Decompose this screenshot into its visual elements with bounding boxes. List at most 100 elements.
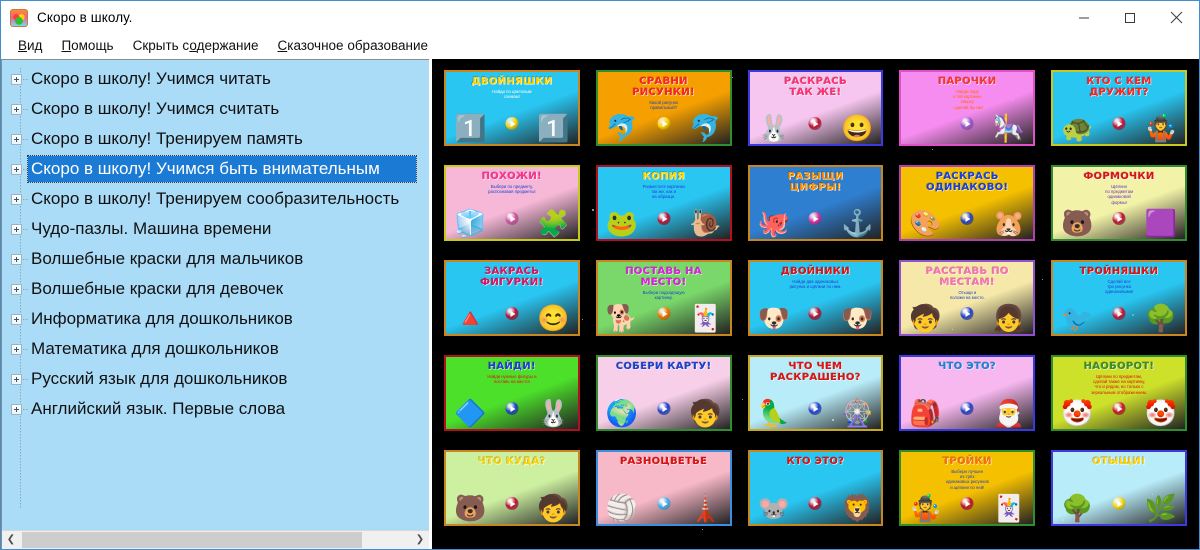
expand-plus-icon[interactable] — [11, 313, 22, 325]
tree-item-5[interactable]: Чудо-пазлы. Машина времени — [2, 214, 429, 244]
menu-help[interactable]: Помощь — [52, 36, 123, 55]
play-button-icon[interactable] — [657, 402, 671, 415]
play-button-icon[interactable] — [960, 497, 974, 510]
expand-plus-icon[interactable] — [11, 403, 22, 415]
thumbnail-art-right-icon: 🐌 — [689, 208, 722, 238]
play-button-icon[interactable] — [808, 117, 822, 130]
play-triangle-icon — [662, 500, 668, 507]
tree-item-10[interactable]: Русский язык для дошкольников — [2, 364, 429, 394]
play-button-icon[interactable] — [657, 497, 671, 510]
thumbnail-24[interactable]: 🌳 🌿 ОТЫЩИ! — [1051, 450, 1187, 526]
thumbnail-20[interactable]: 🐻 🧒 ЧТО КУДА? — [444, 450, 580, 526]
scrollbar-track[interactable] — [20, 530, 411, 549]
tree-item-9[interactable]: Математика для дошкольников — [2, 334, 429, 364]
play-button-icon[interactable] — [657, 307, 671, 320]
thumbnail-1[interactable]: 🐬 🐬 СРАВНИ РИСУНКИ! Какой рисунок правильны… — [595, 70, 732, 146]
play-button-icon[interactable] — [505, 212, 519, 225]
thumbnail-art-right-icon: 🤹 — [1144, 113, 1177, 143]
thumbnail-5[interactable]: 🧊 🧩 ПОХОЖИ! Выбери по предмету, распознавая… — [444, 165, 580, 241]
thumbnail-10[interactable]: 🔺 😊 ЗАКРАСЬ ФИГУРКИ! — [444, 260, 580, 336]
play-button-icon[interactable] — [960, 307, 974, 320]
scroll-left-icon[interactable]: ❮ — [2, 530, 20, 549]
thumbnail-11[interactable]: 🐕 🃏 ПОСТАВЬ НА МЕСТО! Выбери подходящую кар… — [595, 260, 732, 336]
thumbnail-art-left-icon: 🐬 — [605, 113, 639, 143]
scrollbar-thumb[interactable] — [22, 531, 362, 548]
thumbnail-cell: 🐙 ⚓ РАЗЫЩИ ЦИФРЫ! — [742, 165, 890, 259]
thumbnail-2[interactable]: 🐰 😀 РАСКРАСЬ ТАК ЖЕ! — [747, 70, 884, 146]
play-button-icon[interactable] — [808, 307, 822, 320]
thumbnail-0[interactable]: 1️⃣ 1️⃣ ДВОЙНЯШКИ Найди по цветовым схемам! — [444, 70, 580, 146]
tree-item-8[interactable]: Информатика для дошкольников — [2, 304, 429, 334]
menu-fairy-education[interactable]: Сказочное образование — [269, 36, 439, 55]
tree-item-7[interactable]: Волшебные краски для девочек — [2, 274, 429, 304]
thumbnail-3[interactable]: 🎠 ПАРОЧКИ Найди пару к той картинке сверху… — [899, 70, 1036, 146]
close-icon[interactable] — [1153, 1, 1199, 34]
thumbnail-art-right-icon: 👧 — [992, 303, 1026, 333]
play-button-icon[interactable] — [657, 117, 671, 130]
tree-item-4[interactable]: Скоро в школу! Тренируем сообразительнос… — [2, 184, 429, 214]
contents-tree[interactable]: Скоро в школу! Учимся читать Скоро в школ… — [2, 60, 429, 530]
expand-plus-icon[interactable] — [11, 253, 22, 265]
thumbnail-22[interactable]: 🐭 🦁 КТО ЭТО? — [747, 450, 884, 526]
play-button-icon[interactable] — [808, 497, 822, 510]
thumbnail-21[interactable]: 🏐 🗼 РАЗНОЦВЕТЬЕ — [595, 450, 732, 526]
tree-item-1[interactable]: Скоро в школу! Учимся считать — [2, 94, 429, 124]
thumbnail-title: РАСКРАСЬ ТАК ЖЕ! — [783, 76, 847, 98]
thumbnail-6[interactable]: 🐸 🐌 КОПИЯ Разместите картинки так же, как и… — [595, 165, 732, 241]
play-button-icon[interactable] — [960, 212, 974, 225]
play-triangle-icon — [965, 405, 971, 412]
play-button-icon[interactable] — [960, 402, 974, 415]
thumbnail-19[interactable]: 🤡 🤡 НАОБОРОТ! Щёлкни по предметам, сделай т… — [1051, 355, 1187, 431]
expand-plus-icon[interactable] — [11, 193, 22, 205]
expand-plus-icon[interactable] — [11, 133, 22, 145]
play-button-icon[interactable] — [808, 402, 822, 415]
play-button-icon[interactable] — [960, 117, 974, 130]
expand-plus-icon[interactable] — [11, 73, 22, 85]
thumbnail-15[interactable]: 🔷 🐰 НАЙДИ! Найди нужные фигуры и поставь на… — [444, 355, 580, 431]
scroll-right-icon[interactable]: ❯ — [411, 530, 429, 549]
menu-hide-contents[interactable]: Скрыть содержание — [124, 36, 269, 55]
play-button-icon[interactable] — [505, 402, 519, 415]
thumbnail-8[interactable]: 🎨 🐹 РАСКРАСЬ ОДИНАКОВО! — [899, 165, 1036, 241]
play-button-icon[interactable] — [1112, 117, 1126, 130]
maximize-icon[interactable] — [1107, 1, 1153, 34]
expand-plus-icon[interactable] — [11, 223, 22, 235]
thumbnail-4[interactable]: 🐢 🤹 КТО С КЕМ ДРУЖИТ? — [1051, 70, 1187, 146]
expand-plus-icon[interactable] — [11, 163, 22, 175]
thumbnail-14[interactable]: 🐦 🌳 ТРОЙНЯШКИ Сделай все три рисунка одинак… — [1051, 260, 1187, 336]
play-button-icon[interactable] — [1112, 307, 1126, 320]
thumbnail-title: КТО ЭТО? — [786, 456, 845, 467]
menu-view[interactable]: Вид — [9, 36, 52, 55]
play-button-icon[interactable] — [1112, 497, 1126, 510]
thumbnail-7[interactable]: 🐙 ⚓ РАЗЫЩИ ЦИФРЫ! — [747, 165, 884, 241]
thumbnail-12[interactable]: 🐶 🐶 ДВОЙНИКИ Найди два одинаковых рисунка и… — [747, 260, 884, 336]
tree-item-2[interactable]: Скоро в школу! Тренируем память — [2, 124, 429, 154]
thumbnail-16[interactable]: 🌍 🧒 СОБЕРИ КАРТУ! — [595, 355, 732, 431]
play-button-icon[interactable] — [505, 307, 519, 320]
play-button-icon[interactable] — [505, 117, 519, 130]
minimize-icon[interactable] — [1061, 1, 1107, 34]
menu-bar: Вид Помощь Скрыть содержание Сказочное обра… — [1, 34, 1199, 58]
tree-horizontal-scrollbar[interactable]: ❮ ❯ — [2, 530, 429, 549]
thumbnail-13[interactable]: 🧒 👧 РАССТАВЬ ПО МЕСТАМ! Отыщи и положи на м… — [899, 260, 1036, 336]
play-button-icon[interactable] — [657, 212, 671, 225]
expand-plus-icon[interactable] — [11, 343, 22, 355]
tree-item-6[interactable]: Волшебные краски для мальчиков — [2, 244, 429, 274]
tree-item-11[interactable]: Английский язык. Первые слова — [2, 394, 429, 424]
thumbnail-cell: 🐶 🐶 ДВОЙНИКИ Найди два одинаковых рисунка и… — [742, 260, 890, 354]
thumbnail-9[interactable]: 🐻 🟪 ФОРМОЧКИ Щёлкни по предметам одинаковой… — [1051, 165, 1187, 241]
tree-item-3[interactable]: Скоро в школу! Учимся быть внимательным — [2, 154, 429, 184]
thumbnail-23[interactable]: 🤹 🃏 ТРОЙКИ Выбери лучшее из трёх одинаковых… — [899, 450, 1036, 526]
play-button-icon[interactable] — [1112, 212, 1126, 225]
expand-plus-icon[interactable] — [11, 373, 22, 385]
thumbnail-subtitle: Щёлкни по предметам, сделай также на кар… — [1091, 374, 1148, 395]
tree-item-0[interactable]: Скоро в школу! Учимся читать — [2, 64, 429, 94]
play-button-icon[interactable] — [808, 212, 822, 225]
thumbnail-cell: 🦜 🎡 ЧТО ЧЕМ РАСКРАШЕНО? — [742, 355, 890, 449]
thumbnail-17[interactable]: 🦜 🎡 ЧТО ЧЕМ РАСКРАШЕНО? — [747, 355, 884, 431]
thumbnail-18[interactable]: 🎒 🎅 ЧТО ЭТО? — [899, 355, 1036, 431]
expand-plus-icon[interactable] — [11, 103, 22, 115]
expand-plus-icon[interactable] — [11, 283, 22, 295]
play-button-icon[interactable] — [505, 497, 519, 510]
play-button-icon[interactable] — [1112, 402, 1126, 415]
